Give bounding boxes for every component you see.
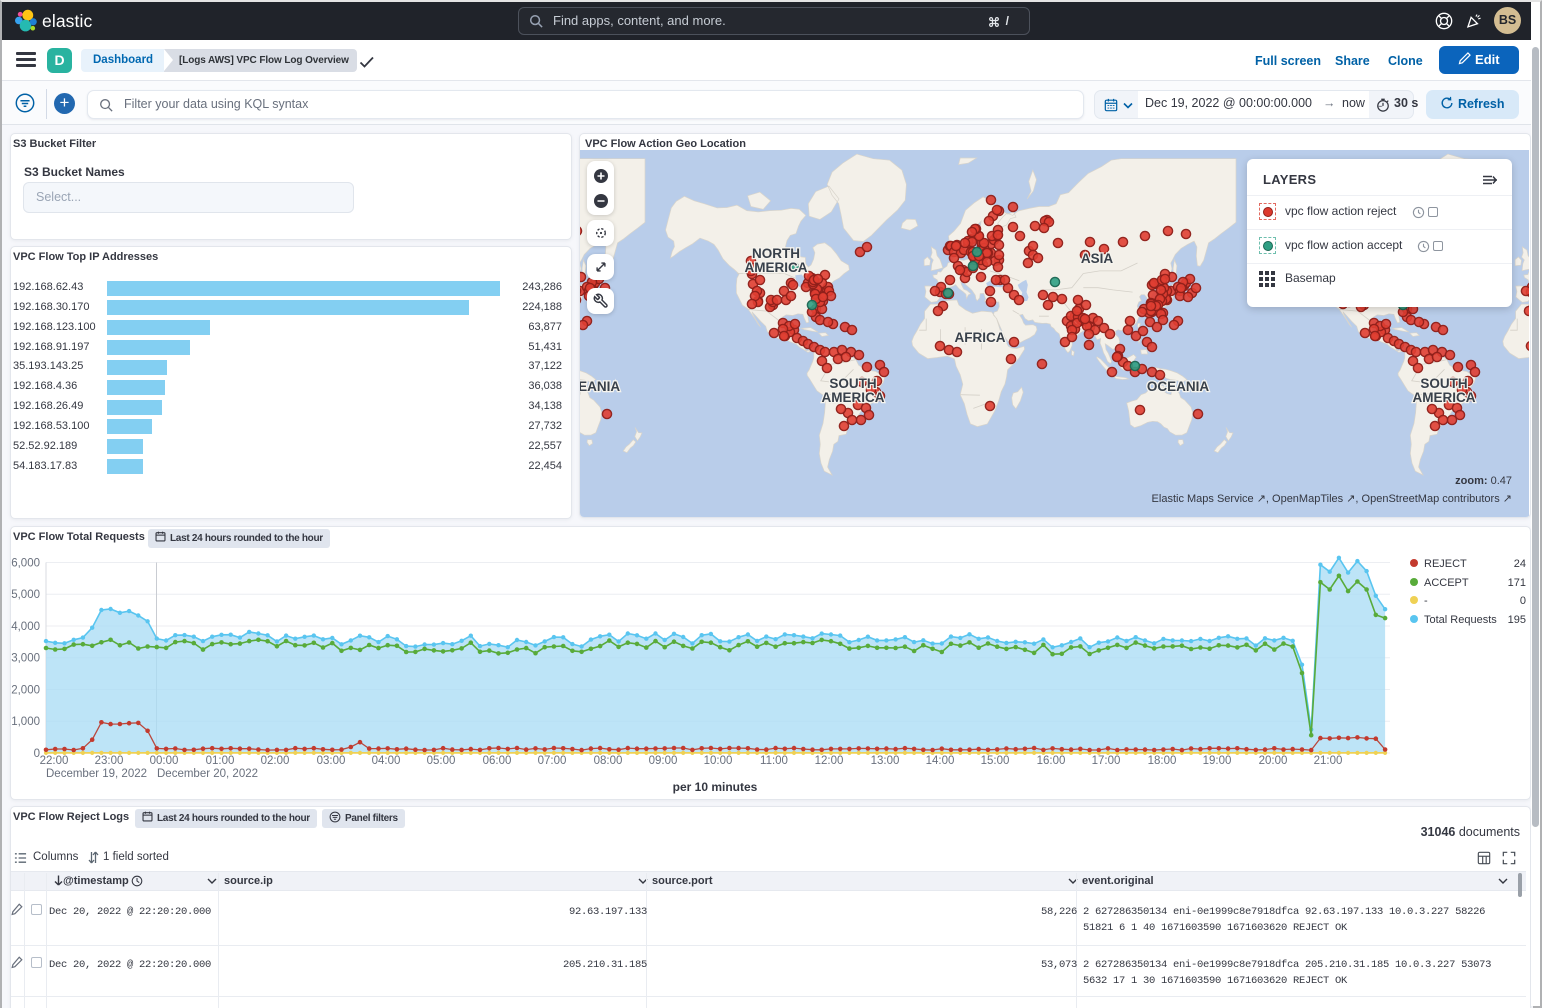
svg-text:04:00: 04:00 [372, 755, 401, 767]
svg-text:14:00: 14:00 [926, 755, 955, 767]
svg-text:4,000: 4,000 [11, 621, 40, 633]
svg-text:15:00: 15:00 [981, 755, 1010, 767]
svg-text:NORTH: NORTH [752, 246, 800, 261]
svg-text:05:00: 05:00 [427, 755, 456, 767]
svg-text:00:00: 00:00 [150, 755, 179, 767]
svg-text:AMERICA: AMERICA [822, 390, 885, 405]
svg-text:10:00: 10:00 [704, 755, 733, 767]
svg-text:5,000: 5,000 [11, 589, 40, 601]
svg-text:20:00: 20:00 [1259, 755, 1288, 767]
svg-text:07:00: 07:00 [538, 755, 567, 767]
svg-text:21:00: 21:00 [1314, 755, 1343, 767]
svg-text:AMERICA: AMERICA [1413, 390, 1476, 405]
svg-text:1,000: 1,000 [11, 716, 40, 728]
svg-text:12:00: 12:00 [815, 755, 844, 767]
svg-text:OCEANIA: OCEANIA [1147, 379, 1210, 394]
svg-text:AMERICA: AMERICA [745, 260, 808, 275]
svg-text:13:00: 13:00 [871, 755, 900, 767]
svg-text:03:00: 03:00 [317, 755, 346, 767]
svg-text:6,000: 6,000 [11, 558, 40, 570]
svg-text:SOUTH: SOUTH [1420, 376, 1467, 391]
svg-text:01:00: 01:00 [206, 755, 235, 767]
svg-text:11:00: 11:00 [760, 755, 788, 767]
svg-text:17:00: 17:00 [1092, 755, 1121, 767]
svg-text:ASIA: ASIA [1081, 251, 1114, 266]
svg-text:AFRICA: AFRICA [955, 330, 1006, 345]
svg-text:02:00: 02:00 [261, 755, 290, 767]
svg-text:December 20, 2022: December 20, 2022 [157, 768, 258, 780]
svg-text:23:00: 23:00 [95, 755, 124, 767]
svg-text:OCEANIA: OCEANIA [579, 379, 620, 394]
svg-text:09:00: 09:00 [649, 755, 678, 767]
svg-text:08:00: 08:00 [594, 755, 623, 767]
svg-text:2,000: 2,000 [11, 685, 40, 697]
svg-text:per 10 minutes: per 10 minutes [673, 780, 758, 794]
svg-text:SOUTH: SOUTH [829, 376, 876, 391]
svg-text:3,000: 3,000 [11, 653, 40, 665]
svg-text:December 19, 2022: December 19, 2022 [46, 768, 147, 780]
svg-text:06:00: 06:00 [483, 755, 512, 767]
svg-text:19:00: 19:00 [1203, 755, 1232, 767]
svg-text:18:00: 18:00 [1148, 755, 1177, 767]
svg-text:16:00: 16:00 [1037, 755, 1066, 767]
svg-text:0: 0 [34, 748, 40, 760]
svg-text:22:00: 22:00 [40, 755, 69, 767]
